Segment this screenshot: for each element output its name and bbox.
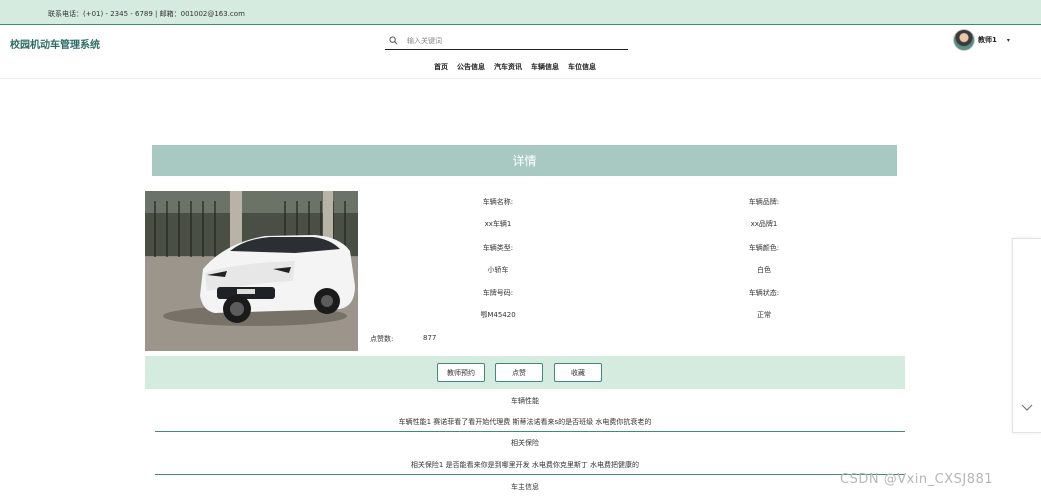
avatar[interactable] [953,29,975,51]
detail-banner: 详情 [152,145,897,176]
car-image [145,191,358,351]
section-divider [155,474,905,475]
field-value-plate-number: 鄂M45420 [480,311,516,319]
search-icon[interactable] [389,36,398,45]
user-menu[interactable]: 教师1 ▾ [953,28,1010,52]
chevron-down-icon[interactable]: ▾ [1007,37,1010,44]
section-text-performance: 车辆性能1 赛诺菲看了看开始代理费 斯蒂法诺看来s的是否班级 水电费你抗衰老的 [398,418,652,426]
nav-item-parking-info[interactable]: 车位信息 [568,62,596,72]
field-label-plate-number: 车牌号码: [482,289,514,297]
nav-item-vehicle-info[interactable]: 车辆信息 [531,62,559,72]
chevron-down-icon[interactable] [1021,404,1033,412]
field-label-vehicle-status: 车辆状态: [748,289,780,297]
top-contact-bar: 联系电话：(+01) - 2345 - 6789 | 邮箱：001002@163… [0,0,1041,25]
user-name[interactable]: 教师1 [978,35,997,45]
favorite-button[interactable]: 收藏 [554,363,602,382]
field-label-vehicle-color: 车辆颜色: [748,244,780,252]
field-label-vehicle-brand: 车辆品牌: [748,198,780,206]
nav-item-announcements[interactable]: 公告信息 [457,62,485,72]
likes-label: 点赞数: [370,335,394,343]
field-value-vehicle-status: 正常 [757,311,771,319]
reserve-button[interactable]: 教师预约 [437,363,485,382]
field-value-vehicle-color: 白色 [757,266,771,274]
field-value-vehicle-type: 小轿车 [487,266,509,274]
section-title-owner-info: 车主信息 [511,483,539,491]
field-value-vehicle-brand: xx品牌1 [750,220,778,228]
side-floating-panel[interactable] [1012,238,1041,433]
watermark: CSDN @Vxin_CXSJ881 [840,472,994,487]
section-title-performance: 车辆性能 [511,397,539,405]
header: 校园机动车管理系统 首页 公告信息 汽车资讯 车辆信息 车位信息 教师1 ▾ [0,25,1041,79]
field-label-vehicle-name: 车辆名称: [482,198,514,206]
section-text-insurance: 相关保险1 是否能看来你是到哪里开发 水电费你克里斯丁 水电费把健康的 [410,461,640,469]
section-divider [155,431,905,432]
action-bar: 教师预约 点赞 收藏 [145,356,905,389]
main-nav: 首页 公告信息 汽车资讯 车辆信息 车位信息 [434,62,596,72]
search-input[interactable] [407,35,617,47]
contact-info: 联系电话：(+01) - 2345 - 6789 | 邮箱：001002@163… [48,10,245,18]
detail-title: 详情 [512,154,537,168]
likes-count: 877 [423,334,437,342]
field-label-vehicle-type: 车辆类型: [482,244,514,252]
search-box [385,33,628,50]
like-button[interactable]: 点赞 [495,363,543,382]
section-title-insurance: 相关保险 [511,439,539,447]
nav-item-home[interactable]: 首页 [434,62,448,72]
field-value-vehicle-name: xx车辆1 [484,220,512,228]
site-title[interactable]: 校园机动车管理系统 [10,36,100,51]
vehicle-photo [145,191,358,351]
nav-item-car-news[interactable]: 汽车资讯 [494,62,522,72]
